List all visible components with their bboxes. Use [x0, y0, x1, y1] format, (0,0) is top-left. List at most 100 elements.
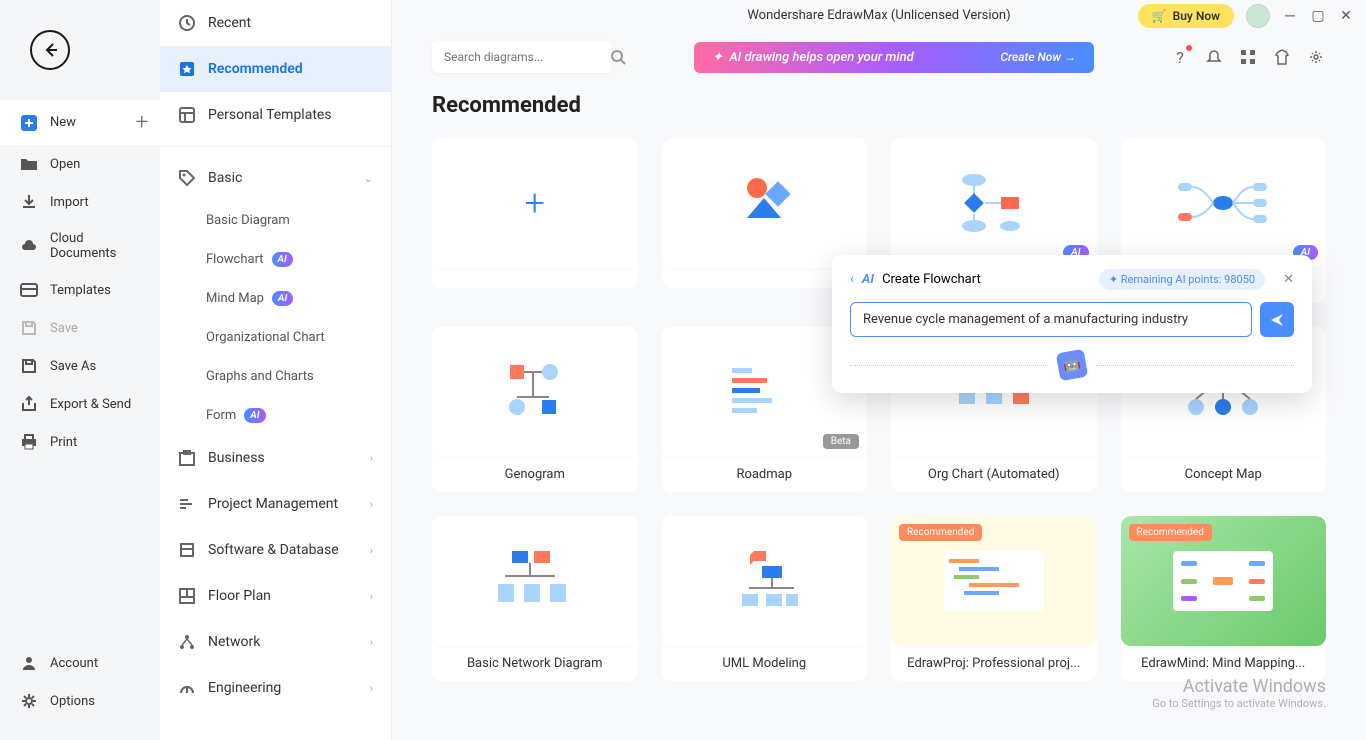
group-project[interactable]: Project Management › — [160, 481, 391, 527]
gantt-preview-icon — [934, 541, 1054, 621]
chevron-right-icon: › — [370, 636, 373, 649]
print-icon — [20, 433, 38, 451]
group-project-label: Project Management — [208, 496, 338, 512]
shirt-icon[interactable] — [1272, 47, 1292, 67]
business-icon — [178, 449, 196, 467]
back-button[interactable] — [30, 30, 70, 70]
card-edrawproj[interactable]: Recommended EdrawProj: Professional proj.… — [891, 516, 1097, 681]
network-icon — [178, 633, 196, 651]
help-icon[interactable]: ? — [1170, 47, 1190, 67]
sub-flowchart[interactable]: Flowchart AI — [160, 240, 391, 279]
group-software[interactable]: Software & Database › — [160, 527, 391, 573]
apps-icon[interactable] — [1238, 47, 1258, 67]
templates-icon — [20, 281, 38, 299]
sidebar-export[interactable]: Export & Send — [0, 385, 160, 423]
sub-mindmap[interactable]: Mind MapAI — [160, 279, 391, 318]
card-label: Org Chart (Automated) — [891, 457, 1097, 492]
chevron-right-icon: › — [370, 498, 373, 511]
group-engineering[interactable]: Engineering › — [160, 665, 391, 711]
sidebar-print-label: Print — [50, 435, 77, 450]
group-business[interactable]: Business › — [160, 435, 391, 481]
card-network-diagram[interactable]: Basic Network Diagram — [432, 516, 638, 681]
flowchart-icon — [949, 168, 1039, 238]
sidebar-account-label: Account — [50, 656, 98, 671]
group-basic[interactable]: Basic ⌄ — [160, 155, 391, 201]
save-as-icon — [20, 357, 38, 375]
nav-personal[interactable]: Personal Templates — [160, 92, 391, 138]
plus-icon: + — [525, 182, 545, 224]
card-new-blank[interactable]: + — [432, 138, 638, 303]
ai-banner-text: AI drawing helps open your mind — [729, 50, 913, 65]
send-button[interactable] — [1260, 302, 1294, 337]
watermark-line2: Go to Settings to activate Windows. — [1152, 697, 1326, 710]
sidebar-account[interactable]: Account — [0, 644, 160, 682]
sidebar-options[interactable]: Options — [0, 682, 160, 720]
chevron-right-icon: › — [370, 544, 373, 557]
ai-badge: AI — [272, 252, 293, 267]
card-label: Roadmap — [662, 457, 868, 492]
card-label: Genogram — [432, 457, 638, 492]
sidebar-templates[interactable]: Templates — [0, 271, 160, 309]
section-title: Recommended — [432, 93, 1326, 118]
sub-orgchart[interactable]: Organizational Chart — [160, 318, 391, 357]
settings-icon[interactable] — [1306, 47, 1326, 67]
close-button[interactable]: ✕ — [1338, 8, 1354, 24]
shapes-icon — [729, 173, 799, 233]
close-icon[interactable]: ✕ — [1283, 272, 1294, 287]
sub-label: Mind Map — [206, 291, 264, 306]
gear-icon — [20, 692, 38, 710]
group-network[interactable]: Network › — [160, 619, 391, 665]
ai-prompt-input[interactable] — [850, 302, 1252, 337]
card-label: Concept Map — [1121, 457, 1327, 492]
nav-recent[interactable]: Recent — [160, 0, 391, 46]
sidebar-new[interactable]: New + — [0, 100, 160, 145]
floorplan-icon — [178, 587, 196, 605]
sidebar-open[interactable]: Open — [0, 145, 160, 183]
card-label: EdrawMind: Mind Mapping... — [1121, 646, 1327, 681]
sub-label: Organizational Chart — [206, 330, 325, 345]
sidebar-import[interactable]: Import — [0, 183, 160, 221]
avatar[interactable] — [1246, 4, 1270, 28]
search-box[interactable] — [432, 41, 612, 73]
card-label: EdrawProj: Professional proj... — [891, 646, 1097, 681]
ai-banner[interactable]: ✦ AI drawing helps open your mind Create… — [694, 42, 1094, 73]
sub-basic-diagram[interactable]: Basic Diagram — [160, 201, 391, 240]
sidebar-templates-label: Templates — [50, 283, 111, 298]
group-floor[interactable]: Floor Plan › — [160, 573, 391, 619]
sidebar-cloud[interactable]: Cloud Documents — [0, 221, 160, 271]
sidebar-new-label: New — [50, 115, 76, 130]
import-icon — [20, 193, 38, 211]
card-uml[interactable]: UML Modeling — [662, 516, 868, 681]
sub-label: Flowchart — [206, 252, 264, 267]
nav-recommended-label: Recommended — [208, 61, 303, 77]
bell-icon[interactable] — [1204, 47, 1224, 67]
card-label: UML Modeling — [662, 646, 868, 681]
main-panel: Wondershare EdrawMax (Unlicensed Version… — [392, 0, 1366, 740]
search-input[interactable] — [444, 50, 600, 64]
sidebar-save: Save — [0, 309, 160, 347]
sidebar-save-as[interactable]: Save As — [0, 347, 160, 385]
card-edrawmind[interactable]: RecommendedEdrawMind: Mind Mapping... — [1121, 516, 1327, 681]
back-chevron[interactable]: ‹ — [850, 272, 854, 287]
roadmap-icon — [724, 362, 804, 422]
maximize-button[interactable]: ▢ — [1310, 8, 1326, 24]
group-business-label: Business — [208, 450, 265, 466]
cloud-icon — [20, 237, 38, 255]
recommended-badge: Recommended — [899, 524, 982, 541]
mindmap-preview-icon — [1163, 541, 1283, 621]
chevron-right-icon: › — [370, 452, 373, 465]
buy-now-label: Buy Now — [1173, 9, 1220, 23]
ai-badge: AI — [244, 408, 265, 423]
sub-form[interactable]: FormAI — [160, 396, 391, 435]
nav-recommended[interactable]: Recommended — [160, 46, 391, 92]
nav-personal-label: Personal Templates — [208, 107, 332, 123]
star-icon — [178, 60, 196, 78]
user-icon — [20, 654, 38, 672]
sub-graphs[interactable]: Graphs and Charts — [160, 357, 391, 396]
card-genogram[interactable]: Genogram — [432, 327, 638, 492]
buy-now-button[interactable]: 🛒 Buy Now — [1138, 4, 1234, 28]
clock-icon — [178, 14, 196, 32]
tag-icon — [178, 169, 196, 187]
minimize-button[interactable]: ─ — [1282, 8, 1298, 24]
sidebar-print[interactable]: Print — [0, 423, 160, 461]
